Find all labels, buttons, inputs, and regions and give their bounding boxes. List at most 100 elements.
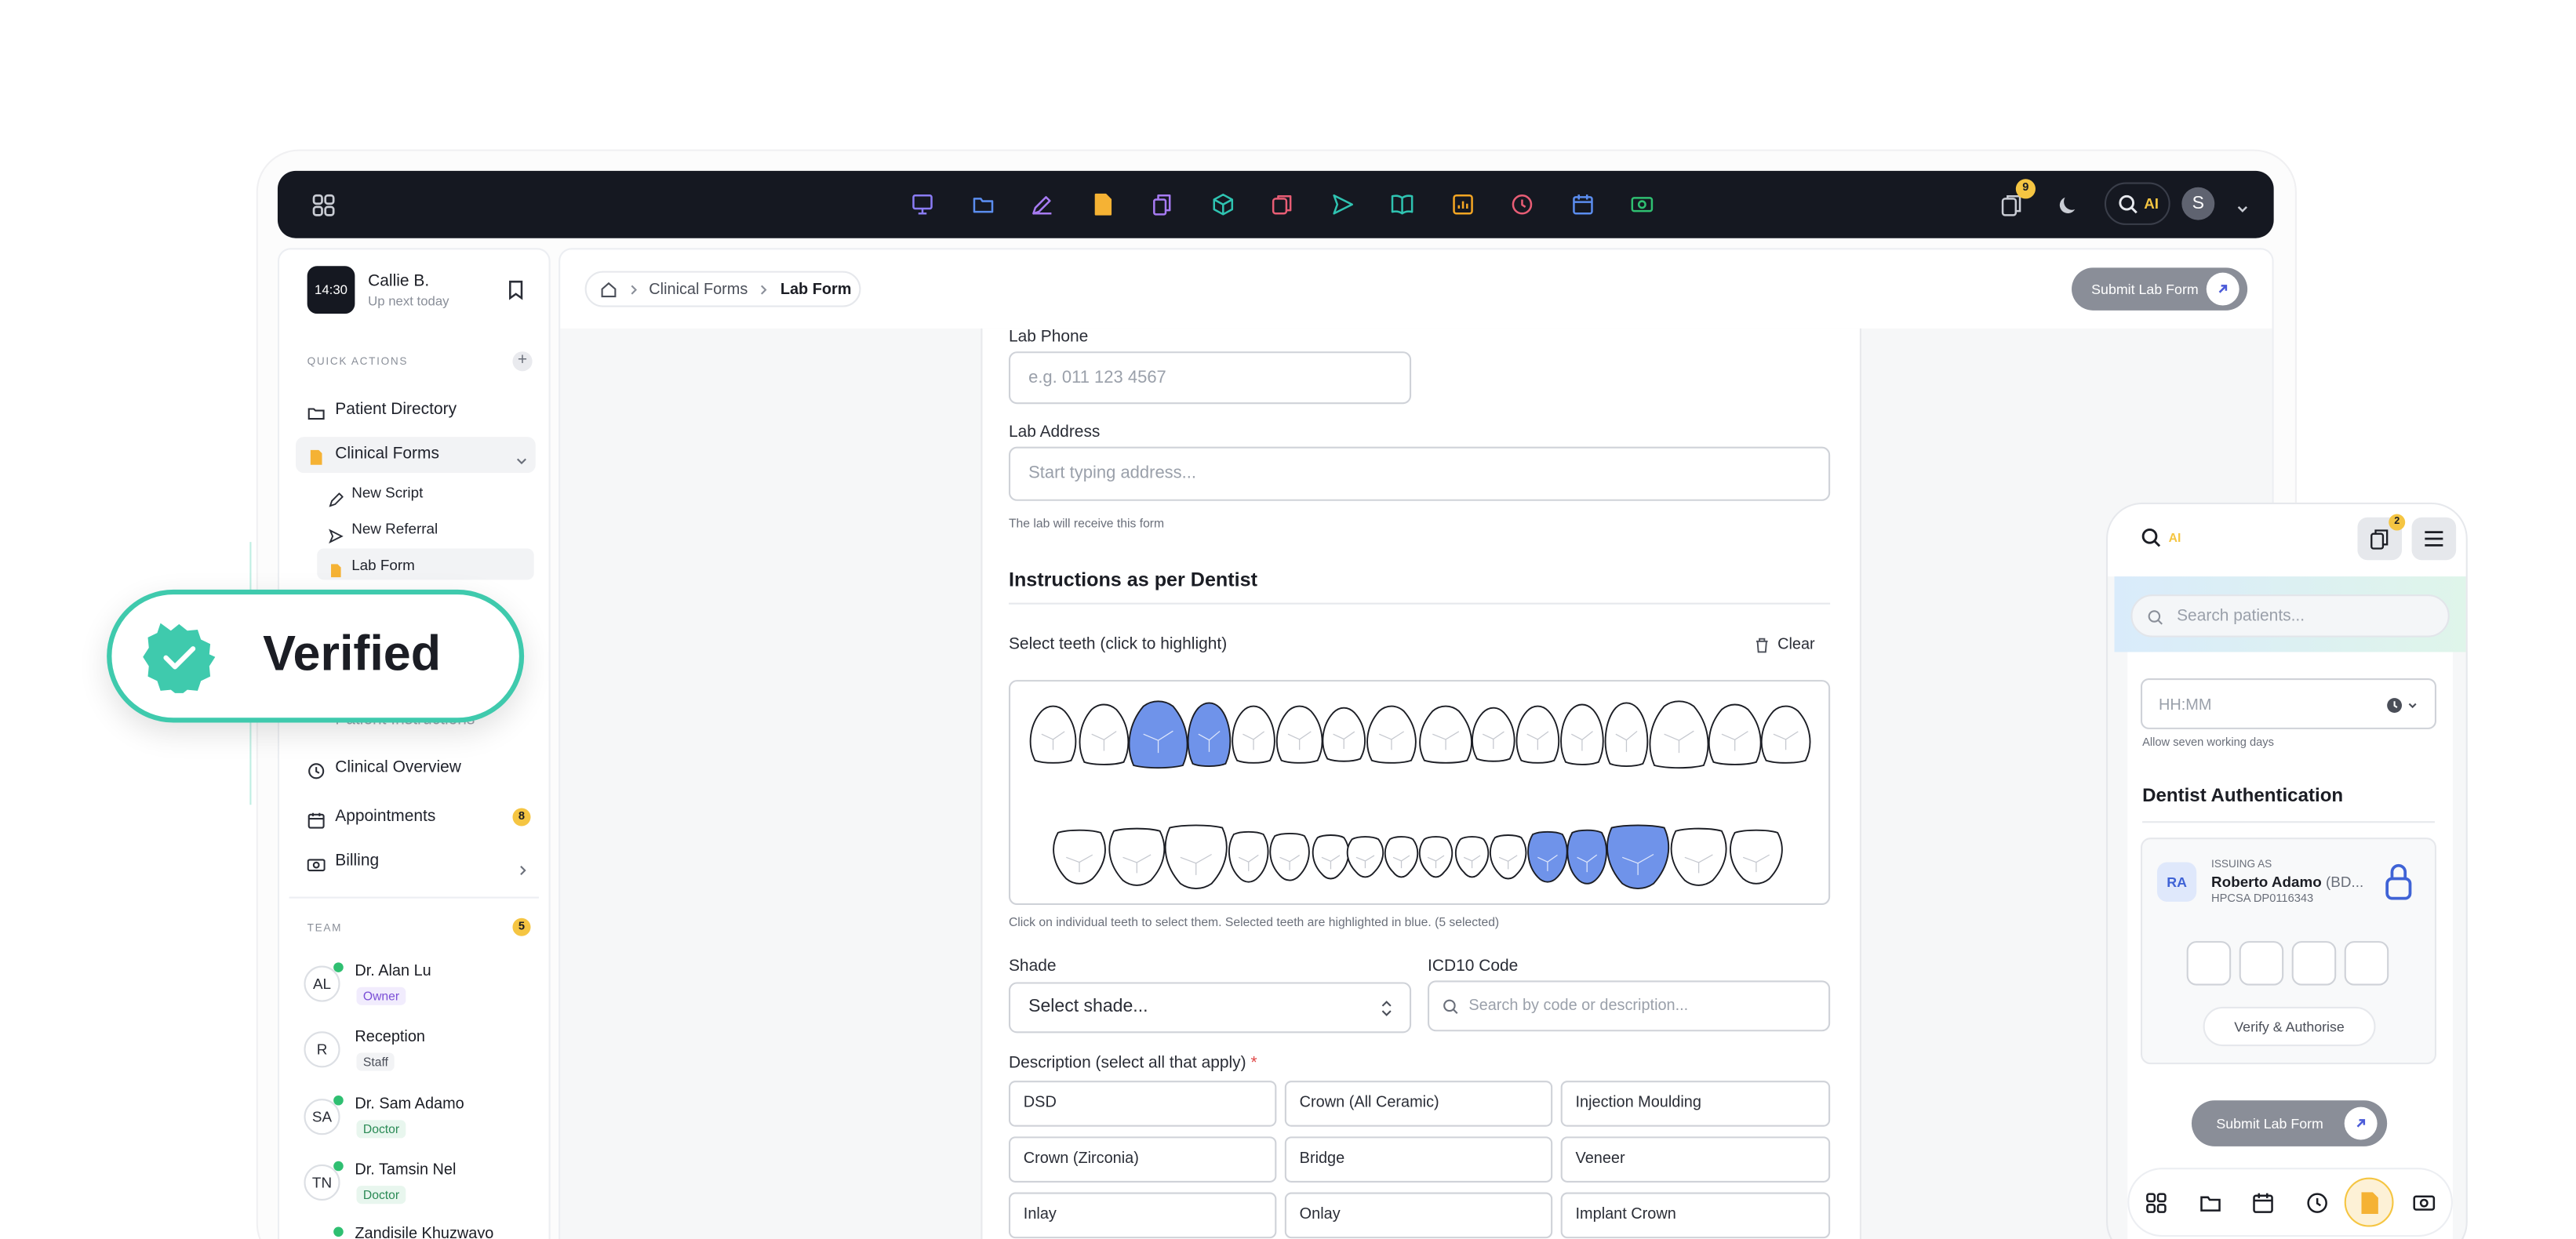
time-input[interactable]: HH:MM (2141, 678, 2436, 729)
submit-lab-form-button[interactable]: Submit Lab Form (2072, 267, 2248, 311)
calendar-icon[interactable] (1570, 192, 1595, 216)
icd10-search-input[interactable]: Search by code or description... (1428, 980, 1831, 1032)
tooth[interactable] (1228, 830, 1269, 883)
option-crown-zirconia[interactable]: Crown (Zirconia) (1008, 1136, 1277, 1183)
option-injection-moulding[interactable]: Injection Moulding (1560, 1081, 1831, 1127)
team-member-name[interactable]: Dr. Alan Lu (355, 962, 431, 980)
tooth[interactable] (1312, 834, 1350, 880)
lab-address-input[interactable]: Start typing address... (1008, 446, 1831, 501)
tooth[interactable] (1384, 836, 1419, 878)
grid-icon[interactable] (2144, 1190, 2168, 1215)
dark-mode-moon-icon[interactable] (2057, 192, 2081, 216)
tooth[interactable] (1649, 700, 1709, 769)
search-patients-input[interactable]: Search patients... (2130, 594, 2450, 638)
team-member-name[interactable]: Dr. Tamsin Nel (355, 1161, 456, 1179)
lab-phone-input[interactable]: e.g. 011 123 4567 (1008, 351, 1412, 405)
tooth[interactable] (1419, 705, 1472, 764)
folder-icon[interactable] (2198, 1190, 2222, 1215)
tooth[interactable] (1232, 705, 1275, 764)
tooth[interactable] (1418, 836, 1454, 878)
sidebar-item-appointments[interactable]: Appointments (335, 808, 435, 826)
chevron-down-icon[interactable] (515, 447, 529, 465)
tooth[interactable] (1527, 830, 1568, 883)
tooth[interactable] (1029, 705, 1077, 764)
mobile-submit-lab-form-button[interactable]: Submit Lab Form (2191, 1100, 2388, 1146)
cube-icon[interactable] (1211, 192, 1235, 216)
shade-select[interactable]: Select shade... (1008, 982, 1412, 1034)
sidebar-item-billing[interactable]: Billing (335, 852, 379, 870)
breadcrumb-parent[interactable]: Clinical Forms (649, 281, 748, 299)
add-quick-action-button[interactable]: + (512, 351, 533, 372)
tooth[interactable] (1515, 705, 1560, 764)
tooth[interactable] (1560, 703, 1604, 765)
book-icon[interactable] (1390, 192, 1414, 216)
tooth[interactable] (1346, 836, 1384, 878)
clock-icon[interactable] (1510, 192, 1534, 216)
tooth[interactable] (1322, 707, 1366, 762)
copy-icon[interactable] (1270, 192, 1294, 216)
search-icon[interactable] (2141, 527, 2162, 548)
verify-authorise-button[interactable]: Verify & Authorise (2203, 1006, 2376, 1047)
tooth[interactable] (1128, 700, 1188, 769)
sidebar-subitem-lab-form[interactable]: Lab Form (351, 557, 415, 573)
option-onlay[interactable]: Onlay (1284, 1192, 1553, 1239)
tooth[interactable] (1164, 824, 1228, 890)
pin-digit-input[interactable] (2186, 941, 2232, 986)
home-icon[interactable] (599, 281, 617, 299)
tooth[interactable] (1187, 702, 1232, 767)
tooth[interactable] (1566, 829, 1607, 885)
money-icon[interactable] (1630, 192, 1654, 216)
money-icon[interactable] (2412, 1190, 2436, 1215)
option-dsd[interactable]: DSD (1008, 1081, 1277, 1127)
chevron-right-icon[interactable] (516, 856, 529, 876)
tooth[interactable] (1760, 705, 1811, 764)
tooth[interactable] (1269, 832, 1310, 881)
sidebar-item-clinical-forms[interactable]: Clinical Forms (335, 445, 439, 463)
presentation-icon[interactable] (910, 192, 934, 216)
files-icon[interactable] (1150, 192, 1174, 216)
edit-icon[interactable] (1030, 192, 1054, 216)
bookmark-icon[interactable] (506, 279, 526, 300)
team-member-name[interactable]: Zandisile Khuzwayo (355, 1225, 493, 1238)
tooth[interactable] (1108, 827, 1166, 886)
tooth[interactable] (1275, 705, 1323, 764)
option-crown-all-ceramic[interactable]: Crown (All Ceramic) (1284, 1081, 1553, 1127)
team-avatar[interactable]: R (304, 1031, 340, 1068)
tooth[interactable] (1489, 834, 1527, 880)
tooth[interactable] (1730, 829, 1783, 885)
option-implant-crown[interactable]: Implant Crown (1560, 1192, 1831, 1239)
sidebar-item-clinical-overview[interactable]: Clinical Overview (335, 759, 461, 777)
clock-icon[interactable] (2305, 1190, 2329, 1215)
folder-icon[interactable] (971, 192, 995, 216)
clear-teeth-button[interactable]: Clear (1755, 636, 1824, 656)
tooth[interactable] (1079, 703, 1130, 765)
apps-grid-icon[interactable] (311, 192, 337, 219)
option-inlay[interactable]: Inlay (1008, 1192, 1277, 1239)
pin-digit-input[interactable] (2291, 941, 2337, 986)
sidebar-subitem-new-script[interactable]: New Script (351, 485, 423, 501)
chart-icon[interactable] (1450, 192, 1475, 216)
tooth[interactable] (1670, 827, 1727, 886)
send-icon[interactable] (1330, 192, 1355, 216)
tooth[interactable] (1606, 824, 1670, 890)
sidebar-subitem-lab-form-bg[interactable] (317, 548, 534, 580)
chevron-down-icon[interactable] (2234, 195, 2250, 213)
document-icon[interactable] (2357, 1190, 2381, 1215)
option-bridge[interactable]: Bridge (1284, 1136, 1553, 1183)
tooth[interactable] (1472, 707, 1515, 762)
option-veneer[interactable]: Veneer (1560, 1136, 1831, 1183)
tooth[interactable] (1366, 705, 1417, 764)
pin-digit-input[interactable] (2239, 941, 2284, 986)
tooth[interactable] (1454, 836, 1490, 878)
sidebar-item-patient-directory[interactable]: Patient Directory (335, 401, 457, 419)
ai-search-button[interactable]: AI (2104, 182, 2170, 225)
user-avatar[interactable]: S (2181, 187, 2215, 220)
team-member-name[interactable]: Dr. Sam Adamo (355, 1095, 464, 1114)
tooth[interactable] (1053, 829, 1106, 885)
document-icon[interactable] (1091, 192, 1115, 216)
tooth[interactable] (1604, 702, 1649, 767)
menu-button[interactable] (2411, 517, 2457, 561)
pin-digit-input[interactable] (2344, 941, 2389, 986)
team-member-name[interactable]: Reception (355, 1028, 425, 1046)
calendar-icon[interactable] (2250, 1190, 2275, 1215)
